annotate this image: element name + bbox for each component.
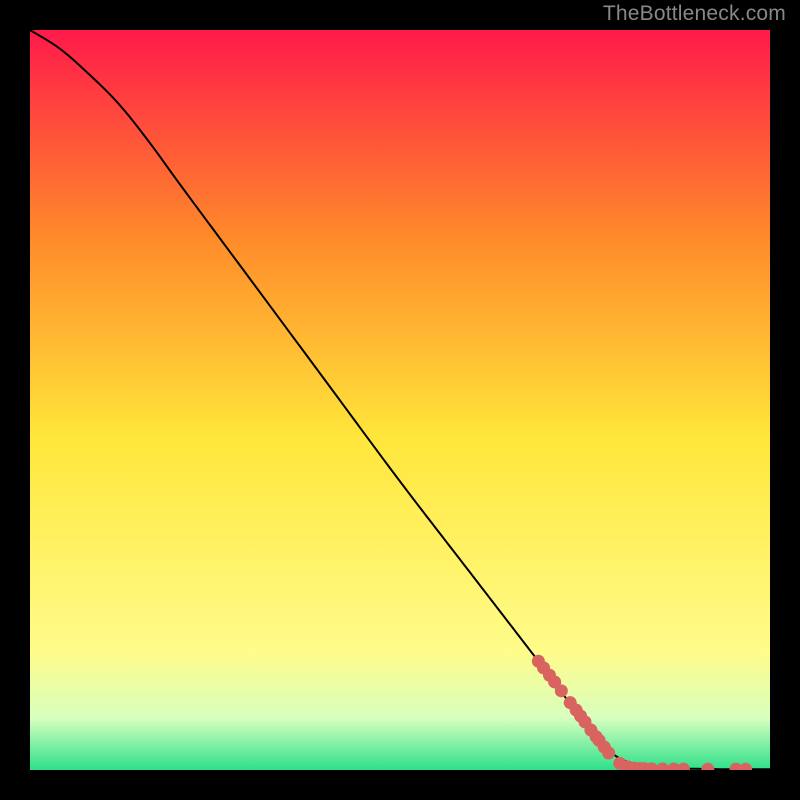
gradient-background <box>30 30 770 770</box>
chart-plot-area <box>30 30 770 770</box>
chart-svg <box>30 30 770 770</box>
data-point <box>602 746 615 759</box>
data-point <box>555 684 568 697</box>
attribution-text: TheBottleneck.com <box>603 2 786 26</box>
